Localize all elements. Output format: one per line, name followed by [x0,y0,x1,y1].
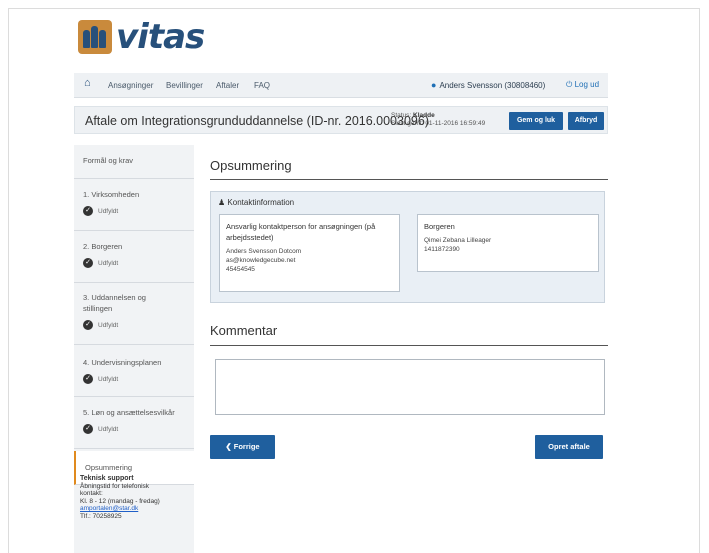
sidebar-item-borgeren[interactable]: 2. Borgeren ✓ Udfyldt [74,231,194,283]
contact-section-title: Kontaktinformation [227,198,295,207]
nav-link-faq[interactable]: FAQ [254,81,270,90]
sidebar-item-label: 3. Uddannelsen og stillingen [83,293,146,313]
logout-link[interactable]: ⏻ Log ud [566,80,599,90]
nav-link-aftaler[interactable]: Aftaler [216,81,239,90]
comment-heading: Kommentar [210,323,278,338]
comment-textarea[interactable] [215,359,605,415]
step-status: ✓ Udfyldt [83,206,194,216]
comment-divider [210,345,608,346]
sidebar-item-uddannelsen[interactable]: 3. Uddannelsen og stillingen ✓ Udfyldt [74,283,194,345]
check-circle-icon: ✓ [83,206,93,216]
check-circle-icon: ✓ [83,424,93,434]
support-hours-label: Åbningstid for telefonisk [80,482,150,490]
contact-email: as@knowledgecube.net [226,257,296,264]
summary-heading: Opsummering [210,158,292,173]
nav-link-bevillinger[interactable]: Bevillinger [166,81,203,90]
citizen-cpr: 1411872390 [424,246,460,253]
contact-name: Anders Svensson Dotcom [226,248,302,255]
contact-card-title: Ansvarlig kontaktperson for ansøgningen … [226,222,376,242]
previous-button[interactable]: ❮ Forrige [210,435,275,459]
citizen-card: Borgeren Qimei Zebana Lilleager 14118723… [417,214,599,272]
sidebar-item-label: Formål og krav [83,156,134,165]
logout-label: Log ud [574,80,600,89]
top-nav: ⌂ Ansøgninger Bevillinger Aftaler FAQ ● A… [74,73,608,98]
support-hours: Kl. 8 - 12 (mandag - fredag) [80,497,160,505]
step-status: ✓ Udfyldt [83,374,194,384]
status-text: Udfyldt [98,425,119,433]
chevron-left-icon: ❮ [225,442,232,451]
step-status: ✓ Udfyldt [83,320,194,330]
check-circle-icon: ✓ [83,320,93,330]
last-saved: Sidst gemt: 01-11-2016 16:59:49 [391,120,486,127]
status-text: Udfyldt [98,207,119,215]
step-status: ✓ Udfyldt [83,258,194,268]
citizen-name: Qimei Zebana Lilleager [424,237,492,244]
contact-info-panel: ♟ Kontaktinformation Ansvarlig kontaktpe… [210,191,605,303]
power-icon: ⏻ [566,80,573,89]
support-title: Teknisk support [80,475,134,482]
check-circle-icon: ✓ [83,258,93,268]
user-icon: ♟ [218,198,226,207]
nav-link-ansoegninger[interactable]: Ansøgninger [108,81,153,90]
sidebar-item-label: 2. Borgeren [83,242,123,251]
check-circle-icon: ✓ [83,374,93,384]
status-text: Udfyldt [98,259,119,267]
sidebar-item-undervisningsplanen[interactable]: 4. Undervisningsplanen ✓ Udfyldt [74,345,194,397]
sidebar-item-label: 5. Løn og ansættelsesvilkår [83,408,175,417]
sidebar-item-formaal[interactable]: Formål og krav [74,145,194,179]
previous-label: Forrige [233,442,260,451]
cancel-button[interactable]: Afbryd [568,112,604,130]
contact-phone: 45454545 [226,266,255,273]
create-agreement-button[interactable]: Opret aftale [535,435,603,459]
user-icon: ● [431,80,437,90]
save-close-button[interactable]: Gem og luk [509,112,563,130]
user-name: Anders Svensson (30808460) [439,81,546,90]
sidebar-item-label: 4. Undervisningsplanen [83,358,162,367]
citizen-card-title: Borgeren [424,222,455,231]
status-value: Kladde [413,112,435,119]
support-contact-label: kontakt: [80,490,103,497]
sidebar-item-label: Opsummering [85,463,133,472]
sidebar-item-virksomheden[interactable]: 1. Virksomheden ✓ Udfyldt [74,179,194,231]
technical-support: Teknisk support Åbningstid for telefonis… [80,475,160,520]
step-status: ✓ Udfyldt [83,424,194,434]
support-phone: Tlf.: 70258925 [80,512,122,520]
user-menu[interactable]: ● Anders Svensson (30808460) [431,80,545,90]
contact-header: ♟ Kontaktinformation [218,198,294,207]
sidebar-item-loen[interactable]: 5. Løn og ansættelsesvilkår ✓ Udfyldt [74,397,194,449]
logo-people-icon [78,20,112,54]
status-label: Status: [391,112,412,119]
sidebar-item-label: 1. Virksomheden [83,190,140,199]
logo-text: vitas [116,17,205,57]
heading-divider [210,179,608,180]
status-info: Status: Kladde Sidst gemt: 01-11-2016 16… [391,112,485,128]
status-text: Udfyldt [98,375,119,383]
support-email-link[interactable]: amportalen@star.dk [80,505,138,512]
status-text: Udfyldt [98,321,119,329]
contact-person-card: Ansvarlig kontaktperson for ansøgningen … [219,214,400,292]
page-title: Aftale om Integrationsgrunduddannelse (I… [85,114,429,128]
vitas-logo: vitas [78,17,205,57]
home-icon[interactable]: ⌂ [84,78,91,89]
agreement-title-bar: Aftale om Integrationsgrunduddannelse (I… [74,106,608,134]
